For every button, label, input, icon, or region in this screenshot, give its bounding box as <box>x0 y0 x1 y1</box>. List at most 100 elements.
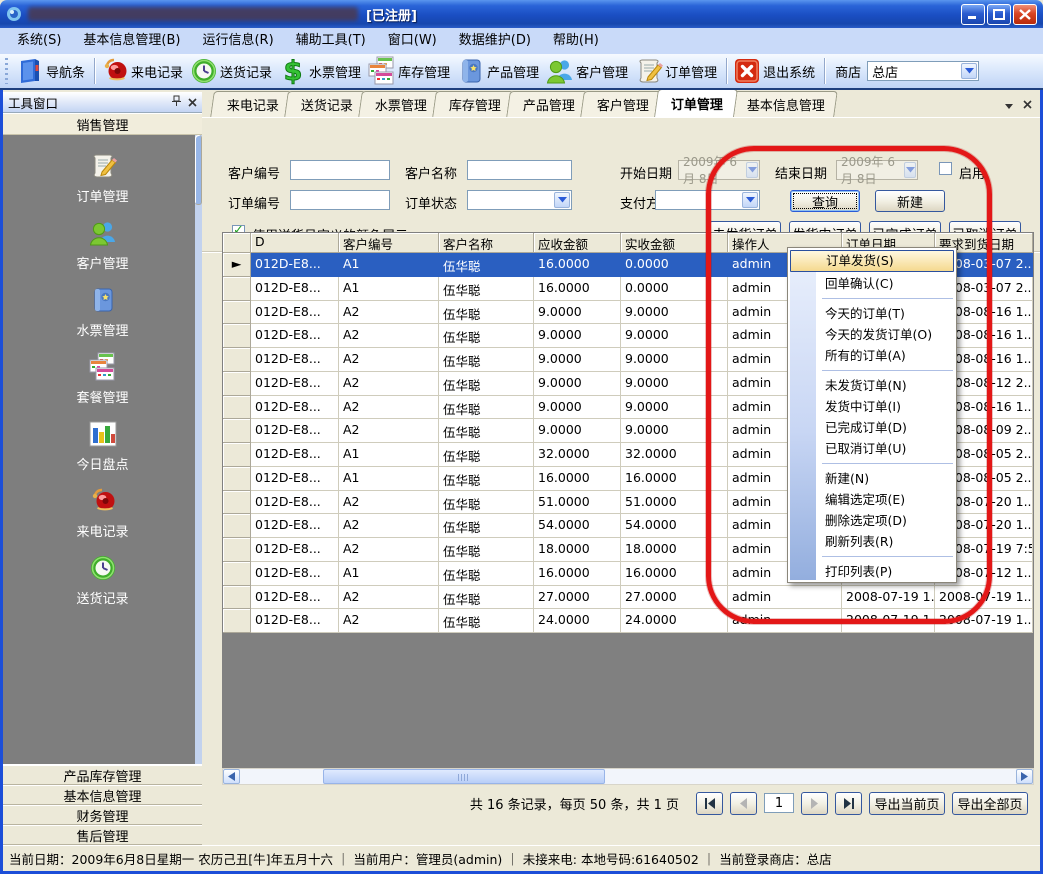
toolbar-exit-system-button[interactable]: 退出系统 <box>731 55 820 87</box>
column-header-5[interactable]: 实收金额 <box>621 233 728 253</box>
tab-6[interactable]: 客户管理 <box>580 91 662 117</box>
sidebar-section-button-4[interactable]: 售后管理 <box>3 825 202 845</box>
tab-1[interactable]: 来电记录 <box>210 91 292 117</box>
horizontal-scrollbar[interactable] <box>222 768 1034 785</box>
context-menu-item-9[interactable]: 发货中订单(I) <box>788 396 956 417</box>
context-menu-item-18[interactable]: 打印列表(P) <box>788 561 956 582</box>
row-selector-cell[interactable] <box>223 562 251 586</box>
context-menu-item-10[interactable]: 已完成订单(D) <box>788 417 956 438</box>
tab-7[interactable]: 订单管理 <box>654 89 738 117</box>
chevron-down-icon[interactable] <box>742 192 758 208</box>
sidebar-item-customer[interactable]: 客户管理 <box>43 216 163 272</box>
sidebar-item-water-ticket[interactable]: 水票管理 <box>43 283 163 339</box>
sidebar-item-delivery-records[interactable]: 送货记录 <box>43 551 163 607</box>
sidebar-item-order[interactable]: 订单管理 <box>43 149 163 205</box>
shop-combobox[interactable]: 总店 <box>867 61 979 81</box>
start-date-picker[interactable]: 2009年 6月 8日 <box>678 160 760 180</box>
prev-page-button[interactable] <box>730 792 757 815</box>
row-selector-cell[interactable] <box>223 324 251 348</box>
sidebar-item-today-inventory[interactable]: 今日盘点 <box>43 417 163 473</box>
toolbar-grip[interactable] <box>5 58 8 84</box>
menubar-item-3[interactable]: 运行信息(R) <box>191 29 284 53</box>
row-selector-cell[interactable] <box>223 419 251 443</box>
enable-checkbox[interactable] <box>939 162 952 175</box>
tab-5[interactable]: 产品管理 <box>506 91 588 117</box>
context-menu-item-6[interactable]: 所有的订单(A) <box>788 345 956 366</box>
row-selector-cell[interactable] <box>223 491 251 515</box>
close-button[interactable] <box>1013 4 1037 25</box>
toolbar-inventory-button[interactable]: 库存管理 <box>366 55 455 87</box>
menubar-item-2[interactable]: 基本信息管理(B) <box>72 29 191 53</box>
sidebar-item-call-records[interactable]: 来电记录 <box>43 484 163 540</box>
scroll-left-arrow-icon[interactable] <box>223 769 240 784</box>
menubar-item-5[interactable]: 窗口(W) <box>377 29 448 53</box>
table-row[interactable]: 012D-E8...A2伍华聪24.000024.0000admin2008-0… <box>223 609 1033 633</box>
order-no-input[interactable] <box>290 190 390 210</box>
maximize-button[interactable] <box>987 4 1011 25</box>
context-menu-item-1[interactable]: 订单发货(S) <box>790 250 954 272</box>
toolbar-order-button[interactable]: 订单管理 <box>633 55 722 87</box>
context-menu-item-2[interactable]: 回单确认(C) <box>788 273 956 294</box>
row-selector-cell[interactable] <box>223 372 251 396</box>
first-page-button[interactable] <box>696 792 723 815</box>
context-menu-item-13[interactable]: 新建(N) <box>788 468 956 489</box>
row-selector-cell[interactable] <box>223 301 251 325</box>
tab-3[interactable]: 水票管理 <box>358 91 440 117</box>
context-menu-item-5[interactable]: 今天的发货订单(O) <box>788 324 956 345</box>
scrollbar-thumb[interactable] <box>323 769 605 784</box>
sidebar-scrollbar[interactable] <box>195 135 202 764</box>
chevron-down-icon[interactable] <box>554 192 570 208</box>
toolbar-customer-button[interactable]: 客户管理 <box>544 55 633 87</box>
row-selector-cell[interactable] <box>223 396 251 420</box>
scroll-right-arrow-icon[interactable] <box>1016 769 1033 784</box>
row-selector-cell[interactable] <box>223 538 251 562</box>
row-selector-cell[interactable] <box>223 443 251 467</box>
toolbar-call-records-button[interactable]: 来电记录 <box>99 55 188 87</box>
row-selector-cell[interactable] <box>223 514 251 538</box>
column-header-1[interactable]: D <box>251 233 339 253</box>
last-page-button[interactable] <box>835 792 862 815</box>
next-page-button[interactable] <box>801 792 828 815</box>
menubar-item-6[interactable]: 数据维护(D) <box>448 29 542 53</box>
toolbar-water-ticket-button[interactable]: $水票管理 <box>277 55 366 87</box>
sidebar-item-package[interactable]: 套餐管理 <box>43 350 163 406</box>
customer-no-input[interactable] <box>290 160 390 180</box>
sidebar-section-button-2[interactable]: 基本信息管理 <box>3 785 202 805</box>
toolbar-navigation-bar-button[interactable]: 导航条 <box>14 55 90 87</box>
context-menu-item-4[interactable]: 今天的订单(T) <box>788 303 956 324</box>
menubar-item-7[interactable]: 帮助(H) <box>542 29 610 53</box>
row-selector-cell[interactable] <box>223 609 251 633</box>
new-button[interactable]: 新建 <box>875 190 945 212</box>
context-menu-item-8[interactable]: 未发货订单(N) <box>788 375 956 396</box>
query-button[interactable]: 查询 <box>790 190 860 212</box>
column-header-3[interactable]: 客户名称 <box>439 233 534 253</box>
toolbar-delivery-records-button[interactable]: 送货记录 <box>188 55 277 87</box>
menubar-item-1[interactable]: 系统(S) <box>6 29 72 53</box>
export-all-pages-button[interactable]: 导出全部页 <box>952 792 1028 815</box>
row-selector-cell[interactable] <box>223 348 251 372</box>
context-menu-item-15[interactable]: 删除选定项(D) <box>788 510 956 531</box>
row-selector-cell[interactable]: ► <box>223 253 251 277</box>
column-header-selector[interactable] <box>223 233 251 253</box>
row-selector-cell[interactable] <box>223 277 251 301</box>
tab-2[interactable]: 送货记录 <box>284 91 366 117</box>
pin-icon[interactable] <box>171 95 182 110</box>
context-menu-item-11[interactable]: 已取消订单(U) <box>788 438 956 459</box>
sidebar-section-sales[interactable]: 销售管理 <box>3 113 202 135</box>
export-current-page-button[interactable]: 导出当前页 <box>869 792 945 815</box>
column-header-2[interactable]: 客户编号 <box>339 233 439 253</box>
end-date-picker[interactable]: 2009年 6月 8日 <box>836 160 918 180</box>
order-status-combobox[interactable] <box>467 190 572 210</box>
table-row[interactable]: 012D-E8...A2伍华聪27.000027.0000admin2008-0… <box>223 586 1033 610</box>
page-number-input[interactable] <box>764 793 794 813</box>
minimize-button[interactable] <box>961 4 985 25</box>
chevron-down-icon[interactable] <box>961 63 977 79</box>
column-header-4[interactable]: 应收金额 <box>534 233 621 253</box>
menubar-item-4[interactable]: 辅助工具(T) <box>285 29 377 53</box>
context-menu-item-14[interactable]: 编辑选定项(E) <box>788 489 956 510</box>
row-selector-cell[interactable] <box>223 586 251 610</box>
context-menu-item-16[interactable]: 刷新列表(R) <box>788 531 956 552</box>
tab-list-chevron-down-icon[interactable] <box>1005 98 1013 113</box>
tab-4[interactable]: 库存管理 <box>432 91 514 117</box>
sidebar-section-button-1[interactable]: 产品库存管理 <box>3 765 202 785</box>
